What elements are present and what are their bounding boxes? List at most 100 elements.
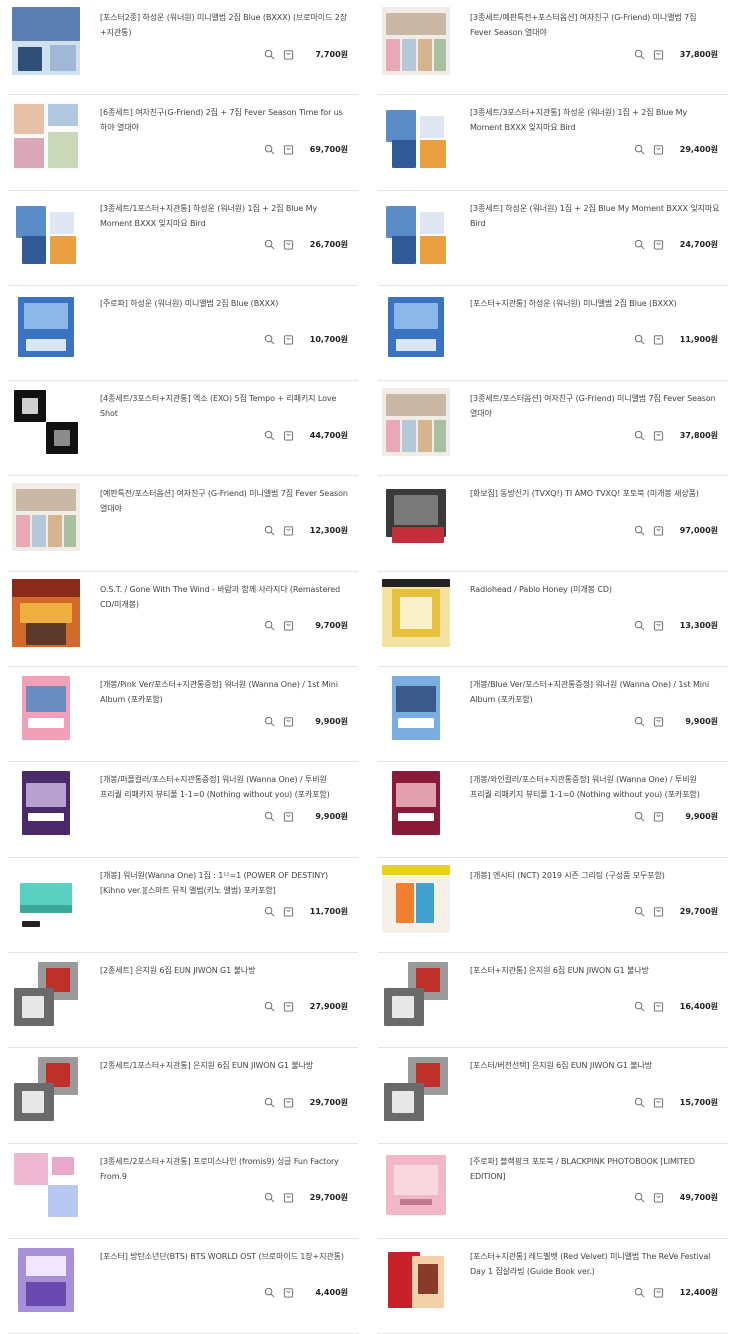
cart-icon[interactable] bbox=[281, 1286, 295, 1300]
cart-icon[interactable] bbox=[651, 333, 665, 347]
search-icon[interactable] bbox=[262, 809, 276, 823]
product-item[interactable]: [3종세트/예판특전+포스터옵션] 여자친구 (G-Friend) 미니앨범 7… bbox=[378, 0, 728, 96]
product-title[interactable]: [3종세트/포스터옵션] 여자친구 (G-Friend) 미니앨범 7집 Fev… bbox=[470, 391, 720, 421]
product-title[interactable]: [포스터+지관통] 하성운 (워너원) 미니앨범 2집 Blue (BXXX) bbox=[470, 296, 720, 311]
product-thumbnail[interactable] bbox=[382, 197, 450, 266]
search-icon[interactable] bbox=[262, 1095, 276, 1109]
search-icon[interactable] bbox=[632, 333, 646, 347]
search-icon[interactable] bbox=[262, 1286, 276, 1300]
product-title[interactable]: [2종세트/1포스터+지관통] 은지원 6집 EUN JIWON G1 불나방 bbox=[100, 1058, 350, 1073]
search-icon[interactable] bbox=[262, 47, 276, 61]
product-thumbnail[interactable] bbox=[382, 578, 450, 647]
product-thumbnail[interactable] bbox=[12, 1055, 80, 1124]
product-title[interactable]: [포스터] 방탄소년단(BTS) BTS WORLD OST (브로마이드 1장… bbox=[100, 1249, 350, 1264]
product-title[interactable]: [개봉/Blue Ver/포스터+지관통증정] 워너원 (Wanna One) … bbox=[470, 677, 720, 707]
search-icon[interactable] bbox=[632, 714, 646, 728]
search-icon[interactable] bbox=[262, 1191, 276, 1205]
product-item[interactable]: Radiohead / Pablo Honey (미개봉 CD) 13,300원 bbox=[378, 572, 728, 668]
search-icon[interactable] bbox=[262, 333, 276, 347]
cart-icon[interactable] bbox=[651, 47, 665, 61]
cart-icon[interactable] bbox=[281, 523, 295, 537]
product-title[interactable]: [화보집] 동방신기 (TVXQ!) TI AMO TVXQ! 포토북 (미개봉… bbox=[470, 486, 720, 501]
cart-icon[interactable] bbox=[281, 619, 295, 633]
cart-icon[interactable] bbox=[651, 1191, 665, 1205]
product-title[interactable]: [개봉] 엔시티 (NCT) 2019 시즌 그리팅 (구성품 모두포함) bbox=[470, 868, 720, 883]
search-icon[interactable] bbox=[632, 905, 646, 919]
search-icon[interactable] bbox=[632, 428, 646, 442]
search-icon[interactable] bbox=[632, 619, 646, 633]
product-item[interactable]: [주로파] 하성운 (워너원) 미니앨범 2집 Blue (BXXX) 10,7… bbox=[8, 286, 358, 382]
product-item[interactable]: [포스터2종] 하성운 (워너원) 미니앨범 2집 Blue (BXXX) (브… bbox=[8, 0, 358, 96]
cart-icon[interactable] bbox=[281, 333, 295, 347]
product-thumbnail[interactable] bbox=[382, 388, 450, 457]
product-item[interactable]: [개봉/와인컬러/포스터+지관통증정] 워너원 (Wanna One) / 투비… bbox=[378, 762, 728, 858]
product-thumbnail[interactable] bbox=[12, 388, 80, 457]
product-item[interactable]: [포스터] 방탄소년단(BTS) BTS WORLD OST (브로마이드 1장… bbox=[8, 1239, 358, 1334]
product-item[interactable]: [3종세트/2포스터+지관통] 프로미스나인 (fromis9) 싱글 Fun … bbox=[8, 1144, 358, 1239]
cart-icon[interactable] bbox=[651, 1000, 665, 1014]
product-title[interactable]: [예판특전/포스터옵션] 여자친구 (G-Friend) 미니앨범 7집 Fev… bbox=[100, 486, 350, 516]
search-icon[interactable] bbox=[632, 1000, 646, 1014]
product-item[interactable]: [화보집] 동방신기 (TVXQ!) TI AMO TVXQ! 포토북 (미개봉… bbox=[378, 476, 728, 572]
cart-icon[interactable] bbox=[281, 1000, 295, 1014]
product-item[interactable]: [포스터/버전선택] 은지원 6집 EUN JIWON G1 불나방 15,70… bbox=[378, 1048, 728, 1144]
product-title[interactable]: [6종세트] 여자친구(G-Friend) 2집 + 7집 Fever Seas… bbox=[100, 105, 350, 135]
product-thumbnail[interactable] bbox=[12, 1150, 80, 1219]
product-thumbnail[interactable] bbox=[12, 769, 80, 838]
product-thumbnail[interactable] bbox=[12, 864, 80, 933]
product-title[interactable]: [4종세트/3포스터+지관통] 엑소 (EXO) 5집 Tempo + 리패키지… bbox=[100, 391, 350, 421]
product-title[interactable]: [2종세트] 은지원 6집 EUN JIWON G1 불나방 bbox=[100, 963, 350, 978]
product-title[interactable]: Radiohead / Pablo Honey (미개봉 CD) bbox=[470, 582, 720, 597]
product-item[interactable]: [6종세트] 여자친구(G-Friend) 2집 + 7집 Fever Seas… bbox=[8, 95, 358, 191]
cart-icon[interactable] bbox=[281, 238, 295, 252]
product-title[interactable]: [개봉/Pink Ver/포스터+지관통증정] 워너원 (Wanna One) … bbox=[100, 677, 350, 707]
product-item[interactable]: [개봉] 엔시티 (NCT) 2019 시즌 그리팅 (구성품 모두포함) 29… bbox=[378, 858, 728, 953]
search-icon[interactable] bbox=[262, 523, 276, 537]
product-thumbnail[interactable] bbox=[382, 1055, 450, 1124]
search-icon[interactable] bbox=[262, 1000, 276, 1014]
product-thumbnail[interactable] bbox=[382, 1150, 450, 1219]
product-thumbnail[interactable] bbox=[382, 864, 450, 933]
product-thumbnail[interactable] bbox=[12, 674, 80, 743]
product-title[interactable]: [3종세트] 하성운 (워너원) 1집 + 2집 Blue My Moment … bbox=[470, 201, 720, 231]
product-thumbnail[interactable] bbox=[12, 959, 80, 1028]
cart-icon[interactable] bbox=[651, 428, 665, 442]
product-title[interactable]: [개봉] 워너원(Wanna One) 1집 : 1¹¹=1 (POWER OF… bbox=[100, 868, 350, 898]
product-title[interactable]: [주로파] 하성운 (워너원) 미니앨범 2집 Blue (BXXX) bbox=[100, 296, 350, 311]
product-thumbnail[interactable] bbox=[382, 959, 450, 1028]
cart-icon[interactable] bbox=[651, 1095, 665, 1109]
product-title[interactable]: [포스터+지관통] 은지원 6집 EUN JIWON G1 불나방 bbox=[470, 963, 720, 978]
cart-icon[interactable] bbox=[281, 809, 295, 823]
product-item[interactable]: [예판특전/포스터옵션] 여자친구 (G-Friend) 미니앨범 7집 Fev… bbox=[8, 476, 358, 572]
product-title[interactable]: [3종세트/예판특전+포스터옵션] 여자친구 (G-Friend) 미니앨범 7… bbox=[470, 10, 720, 40]
product-title[interactable]: [포스터+지관통] 레드벨벳 (Red Velvet) 미니앨범 The ReV… bbox=[470, 1249, 720, 1279]
product-item[interactable]: [3종세트] 하성운 (워너원) 1집 + 2집 Blue My Moment … bbox=[378, 191, 728, 286]
product-item[interactable]: [개봉/Pink Ver/포스터+지관통증정] 워너원 (Wanna One) … bbox=[8, 667, 358, 763]
product-thumbnail[interactable] bbox=[12, 7, 80, 75]
search-icon[interactable] bbox=[262, 619, 276, 633]
product-item[interactable]: [3종세트/포스터옵션] 여자친구 (G-Friend) 미니앨범 7집 Fev… bbox=[378, 381, 728, 477]
product-item[interactable]: [4종세트/3포스터+지관통] 엑소 (EXO) 5집 Tempo + 리패키지… bbox=[8, 381, 358, 477]
product-title[interactable]: [포스터2종] 하성운 (워너원) 미니앨범 2집 Blue (BXXX) (브… bbox=[100, 10, 350, 40]
product-title[interactable]: [3종세트/3포스터+지관통] 하성운 (워너원) 1집 + 2집 Blue M… bbox=[470, 105, 720, 135]
product-title[interactable]: [3종세트/1포스터+지관통] 하성운 (워너원) 1집 + 2집 Blue M… bbox=[100, 201, 350, 231]
product-title[interactable]: [포스터/버전선택] 은지원 6집 EUN JIWON G1 불나방 bbox=[470, 1058, 720, 1073]
product-item[interactable]: O.S.T. / Gone With The Wind - 바람과 함께 사라지… bbox=[8, 572, 358, 668]
product-thumbnail[interactable] bbox=[12, 197, 80, 266]
cart-icon[interactable] bbox=[651, 905, 665, 919]
search-icon[interactable] bbox=[632, 47, 646, 61]
product-thumbnail[interactable] bbox=[382, 7, 450, 75]
product-thumbnail[interactable] bbox=[382, 1245, 450, 1314]
product-thumbnail[interactable] bbox=[12, 1245, 80, 1314]
product-item[interactable]: [포스터+지관통] 레드벨벳 (Red Velvet) 미니앨범 The ReV… bbox=[378, 1239, 728, 1334]
search-icon[interactable] bbox=[632, 142, 646, 156]
cart-icon[interactable] bbox=[651, 1286, 665, 1300]
product-title[interactable]: [주로파] 블랙핑크 포토북 / BLACKPINK PHOTOBOOK [LI… bbox=[470, 1154, 720, 1184]
product-item[interactable]: [개봉/퍼플컬러/포스터+지관통증정] 워너원 (Wanna One) / 투비… bbox=[8, 762, 358, 858]
search-icon[interactable] bbox=[632, 1286, 646, 1300]
product-thumbnail[interactable] bbox=[12, 578, 80, 647]
cart-icon[interactable] bbox=[281, 905, 295, 919]
product-thumbnail[interactable] bbox=[382, 102, 450, 171]
product-item[interactable]: [3종세트/3포스터+지관통] 하성운 (워너원) 1집 + 2집 Blue M… bbox=[378, 95, 728, 191]
search-icon[interactable] bbox=[632, 1095, 646, 1109]
